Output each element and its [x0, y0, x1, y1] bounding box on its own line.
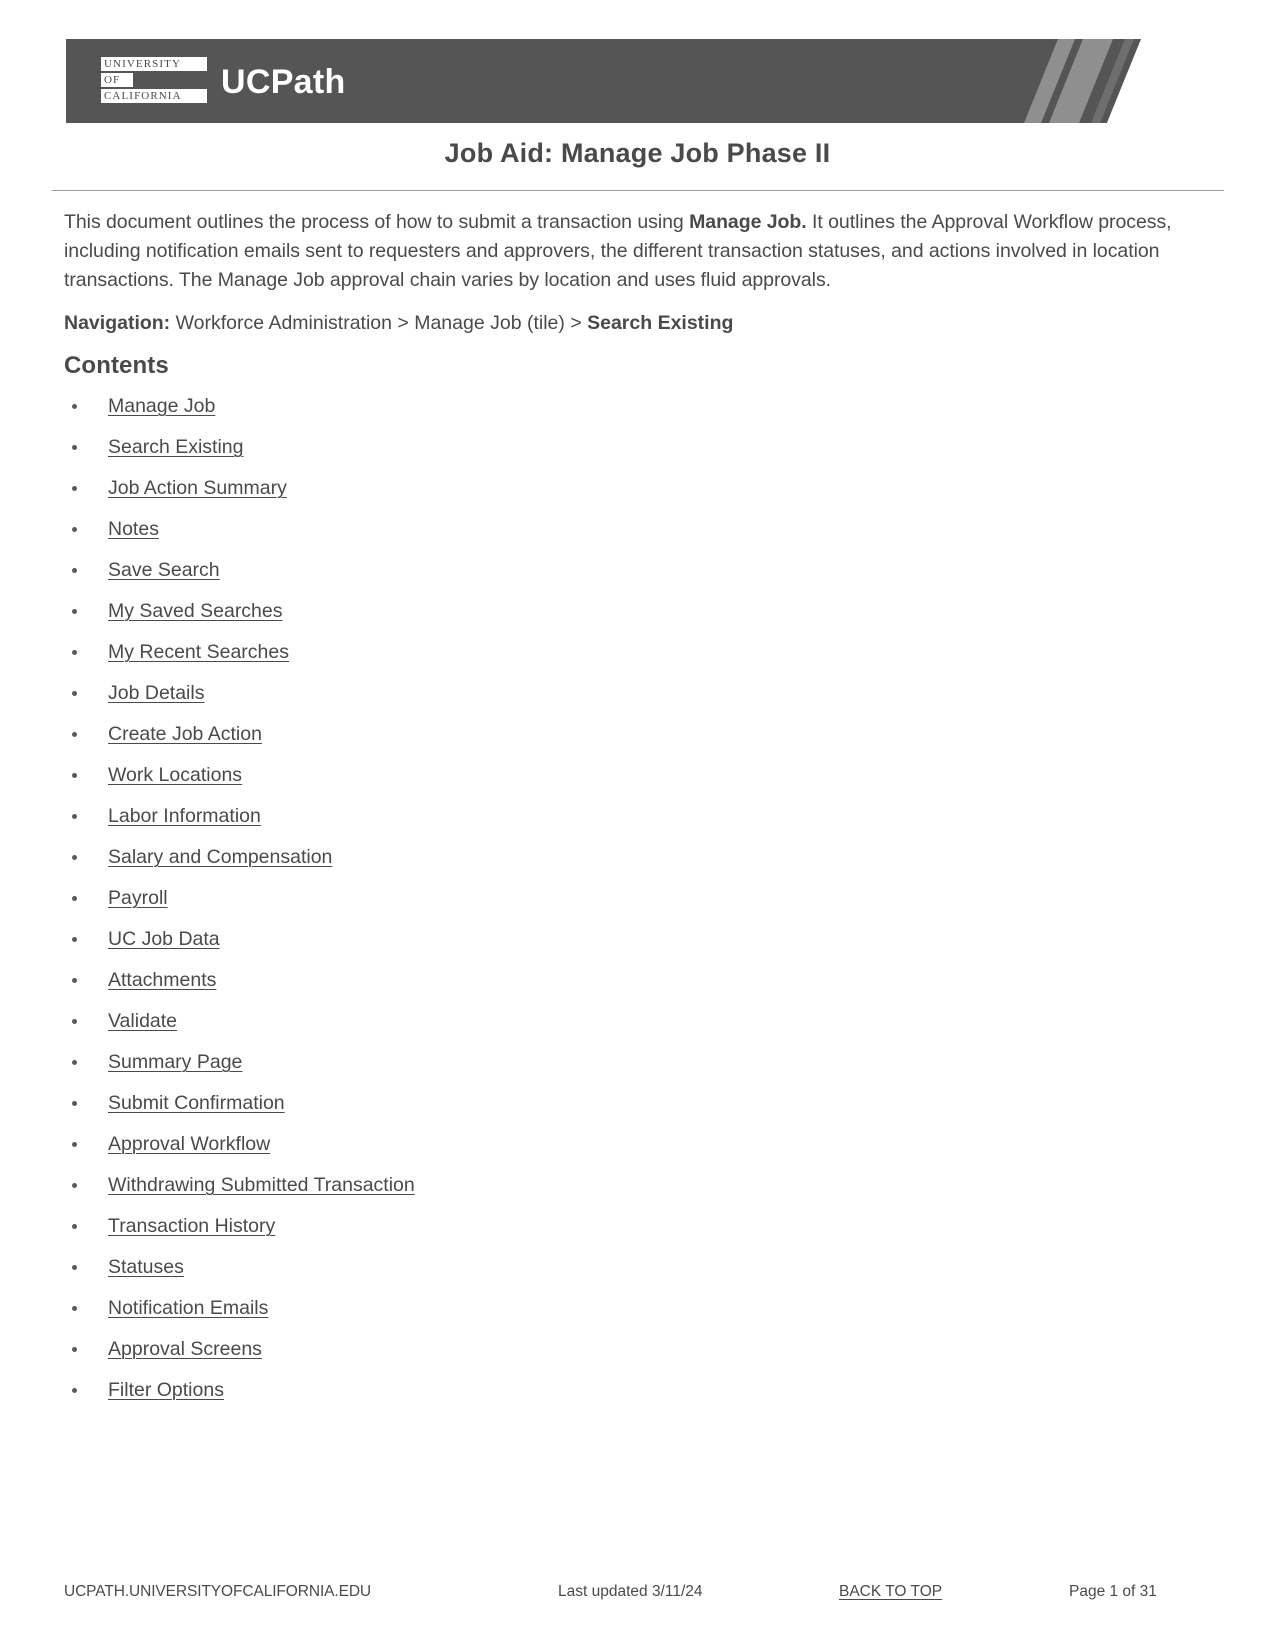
- list-item: Labor Information: [64, 796, 1174, 837]
- toc-link-labor-information[interactable]: Labor Information: [108, 805, 261, 827]
- toc-link-job-details[interactable]: Job Details: [108, 682, 204, 704]
- list-item: Attachments: [64, 960, 1174, 1001]
- navigation-last-step: Search Existing: [587, 312, 734, 334]
- toc-link-statuses[interactable]: Statuses: [108, 1256, 184, 1278]
- list-item: My Recent Searches: [64, 632, 1174, 673]
- list-item: Search Existing: [64, 427, 1174, 468]
- toc-link-transaction-history[interactable]: Transaction History: [108, 1215, 275, 1237]
- list-item: Work Locations: [64, 755, 1174, 796]
- contents-heading: Contents: [64, 352, 169, 379]
- list-item: Save Search: [64, 550, 1174, 591]
- toc-link-my-recent-searches[interactable]: My Recent Searches: [108, 641, 289, 663]
- document-page: UNIVERSITY OF CALIFORNIA UCPath Job Aid:…: [0, 0, 1275, 1650]
- navigation-path: Workforce Administration > Manage Job (t…: [170, 312, 588, 334]
- list-item: Statuses: [64, 1247, 1174, 1288]
- page-footer: UCPATH.UNIVERSITYOFCALIFORNIA.EDU Last u…: [64, 1583, 1174, 1609]
- toc-link-payroll[interactable]: Payroll: [108, 887, 168, 909]
- list-item: Notes: [64, 509, 1174, 550]
- navigation-label: Navigation:: [64, 312, 171, 334]
- uc-logo-line-university: UNIVERSITY: [101, 57, 207, 71]
- list-item: Approval Screens: [64, 1329, 1174, 1370]
- list-item: Manage Job: [64, 386, 1174, 427]
- list-item: Job Details: [64, 673, 1174, 714]
- toc-link-validate[interactable]: Validate: [108, 1010, 177, 1032]
- toc-link-notification-emails[interactable]: Notification Emails: [108, 1297, 268, 1319]
- toc-link-uc-job-data[interactable]: UC Job Data: [108, 928, 220, 950]
- list-item: UC Job Data: [64, 919, 1174, 960]
- footer-last-updated: Last updated 3/11/24: [558, 1583, 703, 1600]
- navigation-line: Navigation: Workforce Administration > M…: [64, 309, 1174, 338]
- intro-paragraph: This document outlines the process of ho…: [64, 208, 1174, 295]
- title-divider: [52, 190, 1224, 191]
- toc-link-search-existing[interactable]: Search Existing: [108, 436, 243, 458]
- list-item: Summary Page: [64, 1042, 1174, 1083]
- toc-link-save-search[interactable]: Save Search: [108, 559, 220, 581]
- toc-link-work-locations[interactable]: Work Locations: [108, 764, 242, 786]
- page-header-banner: UNIVERSITY OF CALIFORNIA UCPath: [66, 39, 1141, 123]
- toc-link-my-saved-searches[interactable]: My Saved Searches: [108, 600, 283, 622]
- list-item: Submit Confirmation: [64, 1083, 1174, 1124]
- ucpath-brand-title: UCPath: [221, 63, 346, 101]
- list-item: Validate: [64, 1001, 1174, 1042]
- toc-link-approval-workflow[interactable]: Approval Workflow: [108, 1133, 270, 1155]
- footer-page-number: Page 1 of 31: [1069, 1583, 1157, 1600]
- toc-link-attachments[interactable]: Attachments: [108, 969, 216, 991]
- list-item: Salary and Compensation: [64, 837, 1174, 878]
- list-item: Payroll: [64, 878, 1174, 919]
- toc-link-withdrawing-submitted-transaction[interactable]: Withdrawing Submitted Transaction: [108, 1174, 415, 1196]
- list-item: Transaction History: [64, 1206, 1174, 1247]
- toc-link-approval-screens[interactable]: Approval Screens: [108, 1338, 262, 1360]
- list-item: Job Action Summary: [64, 468, 1174, 509]
- toc-link-notes[interactable]: Notes: [108, 518, 159, 540]
- list-item: Withdrawing Submitted Transaction: [64, 1165, 1174, 1206]
- list-item: My Saved Searches: [64, 591, 1174, 632]
- table-of-contents-list: Manage Job Search Existing Job Action Su…: [64, 386, 1174, 1411]
- toc-link-manage-job[interactable]: Manage Job: [108, 395, 215, 417]
- toc-link-submit-confirmation[interactable]: Submit Confirmation: [108, 1092, 285, 1114]
- uc-logo-line-of: OF: [101, 73, 133, 87]
- toc-link-filter-options[interactable]: Filter Options: [108, 1379, 224, 1401]
- list-item: Create Job Action: [64, 714, 1174, 755]
- footer-site-url: UCPATH.UNIVERSITYOFCALIFORNIA.EDU: [64, 1583, 372, 1600]
- list-item: Approval Workflow: [64, 1124, 1174, 1165]
- toc-link-create-job-action[interactable]: Create Job Action: [108, 723, 262, 745]
- toc-link-summary-page[interactable]: Summary Page: [108, 1051, 242, 1073]
- toc-link-salary-and-compensation[interactable]: Salary and Compensation: [108, 846, 332, 868]
- uc-logo: UNIVERSITY OF CALIFORNIA: [101, 57, 209, 103]
- intro-text-part-1: This document outlines the process of ho…: [64, 211, 690, 233]
- intro-bold-manage-job: Manage Job.: [689, 211, 807, 233]
- uc-logo-line-california: CALIFORNIA: [101, 89, 207, 103]
- toc-link-job-action-summary[interactable]: Job Action Summary: [108, 477, 287, 499]
- document-body: This document outlines the process of ho…: [64, 208, 1174, 1411]
- page-title: Job Aid: Manage Job Phase II: [444, 138, 831, 168]
- list-item: Notification Emails: [64, 1288, 1174, 1329]
- list-item: Filter Options: [64, 1370, 1174, 1411]
- back-to-top-link[interactable]: BACK TO TOP: [839, 1583, 942, 1601]
